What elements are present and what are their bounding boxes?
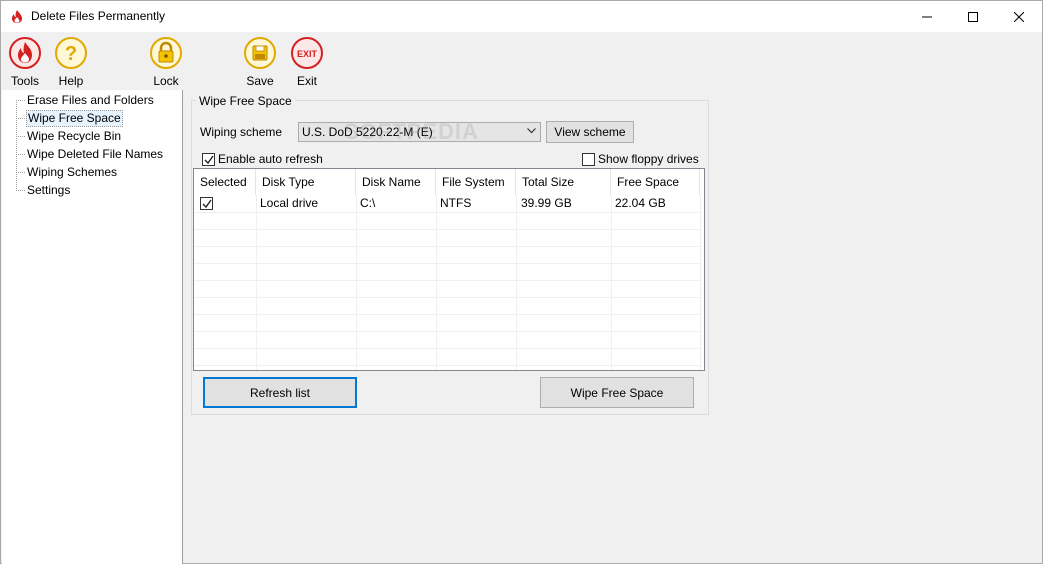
maximize-button[interactable] xyxy=(950,1,996,32)
checkmark-icon xyxy=(202,199,212,209)
wiping-scheme-label: Wiping scheme xyxy=(200,125,283,139)
checkbox-box[interactable] xyxy=(582,152,595,166)
view-scheme-button[interactable]: View scheme xyxy=(546,121,634,143)
lock-button[interactable]: Lock xyxy=(150,37,182,88)
grid-line xyxy=(194,212,700,213)
show-floppy-checkbox[interactable]: Show floppy drives xyxy=(582,152,699,166)
close-button[interactable] xyxy=(996,1,1042,32)
column-header-disk-type[interactable]: Disk Type xyxy=(256,169,356,195)
cell-free-space: 22.04 GB xyxy=(615,196,666,210)
column-header-total-size[interactable]: Total Size xyxy=(516,169,611,195)
tree-connector xyxy=(16,172,25,173)
grid-line xyxy=(256,195,257,370)
tree-connector xyxy=(16,118,25,119)
wipe-free-space-button[interactable]: Wipe Free Space xyxy=(540,377,694,408)
help-label: Help xyxy=(58,74,84,88)
svg-text:EXIT: EXIT xyxy=(297,49,318,59)
grid-line xyxy=(194,246,700,247)
app-window: Delete Files Permanently Tools ? Help Lo… xyxy=(0,0,1043,564)
group-title: Wipe Free Space xyxy=(196,94,295,108)
tree-item-settings[interactable]: Settings xyxy=(26,182,71,199)
lock-label: Lock xyxy=(153,74,179,88)
grid-line xyxy=(194,331,700,332)
grid-line xyxy=(194,280,700,281)
fire-app-icon xyxy=(12,10,22,23)
save-label: Save xyxy=(246,74,274,88)
tree-item-wipe-free-space[interactable]: Wipe Free Space xyxy=(26,110,123,127)
column-header-file-system[interactable]: File System xyxy=(436,169,516,195)
drives-table[interactable]: Selected Disk Type Disk Name File System… xyxy=(193,168,705,371)
row-selected-checkbox[interactable] xyxy=(200,197,213,210)
tree-connector xyxy=(16,100,25,101)
tree-item-wiping-schemes[interactable]: Wiping Schemes xyxy=(26,164,118,181)
watermark-text: SOFTPEDIA xyxy=(344,119,479,144)
chevron-down-icon xyxy=(527,128,536,134)
grid-line xyxy=(194,314,700,315)
grid-line xyxy=(194,348,700,349)
tree-connector xyxy=(16,136,25,137)
exit-button[interactable]: EXIT Exit xyxy=(291,37,323,88)
auto-refresh-label: Enable auto refresh xyxy=(218,152,323,166)
cell-disk-type: Local drive xyxy=(260,196,319,210)
column-header-free-space[interactable]: Free Space xyxy=(611,169,700,195)
cell-disk-name: C:\ xyxy=(360,196,376,210)
grid-line xyxy=(436,195,437,370)
minimize-icon xyxy=(922,16,932,17)
navigation-tree: Erase Files and Folders Wipe Free Space … xyxy=(2,90,183,564)
exit-icon: EXIT xyxy=(291,37,323,69)
toolbar: Tools ? Help Lock Save EXIT Exit xyxy=(1,32,1042,90)
tools-button[interactable]: Tools xyxy=(9,37,41,88)
table-header: Selected Disk Type Disk Name File System… xyxy=(194,169,704,195)
grid-line xyxy=(356,195,357,370)
save-icon xyxy=(244,37,276,69)
title-bar: Delete Files Permanently xyxy=(1,1,1042,32)
show-floppy-label: Show floppy drives xyxy=(598,152,699,166)
tree-connector xyxy=(16,100,17,191)
help-button[interactable]: ? Help xyxy=(55,37,87,88)
tree-item-wipe-recycle-bin[interactable]: Wipe Recycle Bin xyxy=(26,128,122,145)
svg-text:?: ? xyxy=(65,43,77,65)
close-icon xyxy=(1014,11,1024,22)
grid-line xyxy=(700,195,701,370)
auto-refresh-checkbox[interactable]: Enable auto refresh xyxy=(202,152,323,166)
checkbox-box[interactable] xyxy=(202,152,215,166)
lock-icon xyxy=(150,37,182,69)
tree-connector xyxy=(16,190,25,191)
help-icon: ? xyxy=(55,37,87,69)
minimize-button[interactable] xyxy=(904,1,950,32)
refresh-list-button[interactable]: Refresh list xyxy=(203,377,357,408)
grid-line xyxy=(194,365,700,366)
exit-label: Exit xyxy=(296,74,317,88)
grid-line xyxy=(194,229,700,230)
save-button[interactable]: Save xyxy=(244,37,276,88)
tree-connector xyxy=(16,154,25,155)
tree-item-wipe-deleted-file-names[interactable]: Wipe Deleted File Names xyxy=(26,146,164,163)
tools-fire-icon xyxy=(9,37,41,69)
column-header-selected[interactable]: Selected xyxy=(194,169,256,195)
cell-file-system: NTFS xyxy=(440,196,472,210)
grid-line xyxy=(194,263,700,264)
column-header-disk-name[interactable]: Disk Name xyxy=(356,169,436,195)
grid-line xyxy=(611,195,612,370)
maximize-icon xyxy=(968,11,978,22)
tree-item-erase-files-and-folders[interactable]: Erase Files and Folders xyxy=(26,92,155,109)
checkmark-icon xyxy=(204,155,214,164)
window-title: Delete Files Permanently xyxy=(31,9,166,23)
grid-line xyxy=(516,195,517,370)
tools-label: Tools xyxy=(10,74,39,88)
cell-total-size: 39.99 GB xyxy=(521,196,572,210)
grid-line xyxy=(194,297,700,298)
